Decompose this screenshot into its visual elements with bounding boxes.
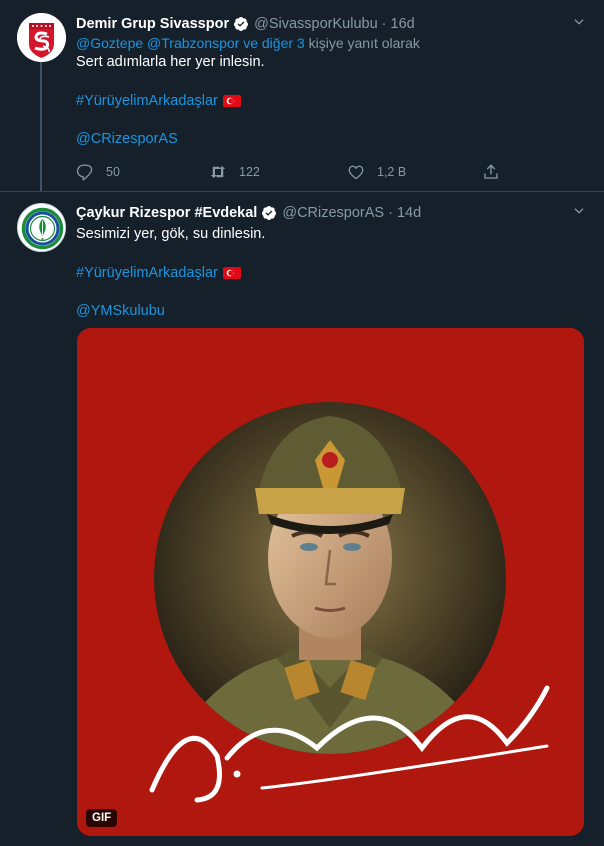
hashtag-link[interactable]: #YürüyelimArkadaşlar [76,265,218,281]
author-name[interactable]: Demir Grup Sivasspor [76,16,229,32]
retweet-icon [210,166,226,178]
author-handle[interactable]: @CRizesporAS [282,205,384,221]
turkish-flag-icon [222,266,241,279]
reply-context: @Goztepe @Trabzonspor ve diğer 3 kişiye … [76,35,592,51]
tweet-actions: 50 122 1,2 B [76,163,516,183]
tweet-header: Demir Grup Sivasspor @SivassporKulubu · … [76,14,592,34]
tweet-time[interactable]: 14d [397,205,421,221]
mention-line: @YMSkulubu [76,302,592,322]
tweet-content: Çaykur Rizespor #Evdekal @CRizesporAS · … [76,203,592,322]
tweet-content: Demir Grup Sivasspor @SivassporKulubu · … [76,14,592,150]
portrait-gif-image [77,328,584,836]
hashtag-link[interactable]: #YürüyelimArkadaşlar [76,93,218,109]
turkish-flag-icon [222,94,241,107]
tweet-body: Sert adımlarla her yer inlesin. [76,54,265,70]
author-name[interactable]: Çaykur Rizespor #Evdekal [76,205,257,221]
mention-line: @CRizesporAS [76,130,592,150]
tweet-time[interactable]: 16d [391,16,415,32]
reply-mention-trabzonspor[interactable]: @Trabzonspor [147,35,239,51]
verified-badge-icon [262,206,277,220]
tweet-text: Sesimizi yer, gök, su dinlesin. #Yürüyel… [76,225,592,322]
chevron-down-icon[interactable] [572,204,586,218]
separator-dot: · [388,205,393,221]
tweet-rizespor[interactable]: Çaykur Rizespor #Evdekal @CRizesporAS · … [0,192,604,846]
chevron-down-icon[interactable] [572,15,586,29]
author-handle[interactable]: @SivassporKulubu [254,16,378,32]
avatar-sivasspor[interactable] [17,13,66,62]
hashtag-line: #YürüyelimArkadaşlar [76,92,592,112]
avatar-rizespor[interactable] [17,203,66,252]
hashtag-line: #YürüyelimArkadaşlar [76,264,592,284]
like-icon [348,165,364,180]
separator-dot: · [381,16,387,32]
reply-count: 50 [106,165,120,179]
retweet-button[interactable]: 122 [209,163,260,181]
like-count: 1,2 B [377,165,407,179]
reply-suffix: kişiye yanıt olarak [308,35,420,51]
retweet-count: 122 [239,165,260,179]
share-button[interactable] [482,163,512,181]
tweet-body: Sesimizi yer, gök, su dinlesin. [76,226,266,242]
mention-link[interactable]: @CRizesporAS [76,131,178,147]
tweet-sivasspor[interactable]: Demir Grup Sivasspor @SivassporKulubu · … [0,0,604,192]
reply-button[interactable]: 50 [76,163,120,181]
gif-badge: GIF [86,809,118,827]
reply-icon [76,164,93,181]
share-icon [484,164,498,179]
gif-media[interactable]: GIF [77,328,584,836]
thread-line [40,62,42,191]
verified-badge-icon [234,17,249,31]
mention-link[interactable]: @YMSkulubu [76,303,165,319]
tweet-text: Sert adımlarla her yer inlesin. #Yürüyel… [76,53,592,150]
like-button[interactable]: 1,2 B [347,163,406,181]
reply-mention-goztepe[interactable]: @Goztepe [76,35,143,51]
reply-others-link[interactable]: ve diğer 3 [243,35,304,51]
tweet-header: Çaykur Rizespor #Evdekal @CRizesporAS · … [76,203,592,223]
